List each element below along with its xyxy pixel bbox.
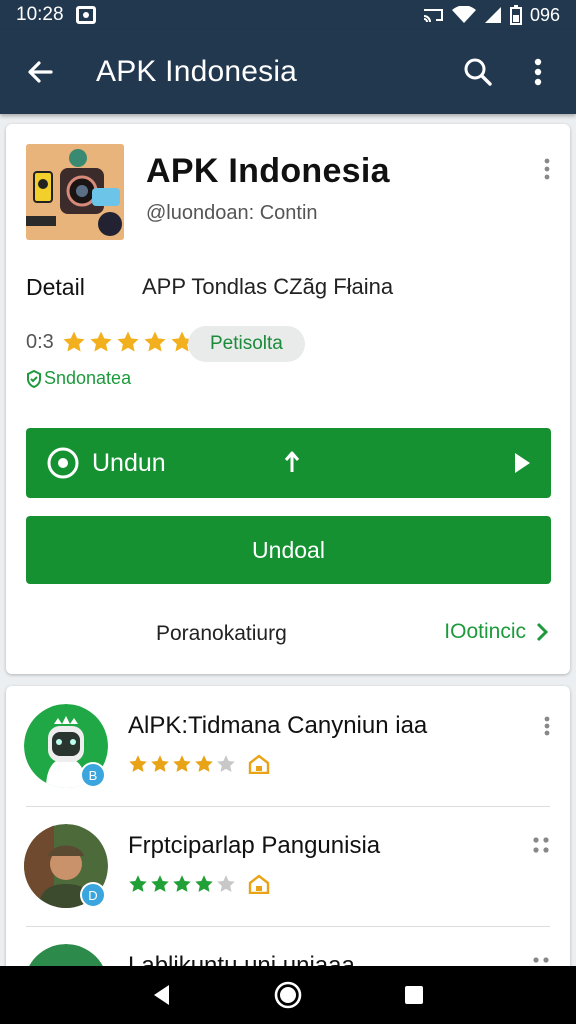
overflow-menu-button[interactable] bbox=[520, 54, 556, 90]
signal-icon bbox=[484, 7, 501, 23]
more-vert-icon[interactable] bbox=[544, 158, 550, 180]
avatar-badge: D bbox=[80, 882, 106, 908]
star-icon bbox=[195, 875, 213, 892]
chevron-right-icon bbox=[536, 622, 548, 642]
list-item-title: Frptciparlap Pangunisia bbox=[128, 832, 381, 859]
star-icon bbox=[129, 755, 147, 772]
star-icon bbox=[173, 755, 191, 772]
status-time: 10:28 bbox=[16, 4, 64, 25]
wifi-icon bbox=[451, 6, 476, 23]
detail-label: Detail bbox=[26, 274, 85, 300]
grid-dots-icon[interactable] bbox=[532, 836, 550, 856]
list-item-stars bbox=[128, 754, 270, 774]
nav-recents-icon[interactable] bbox=[403, 984, 425, 1006]
home-badge-icon bbox=[248, 754, 270, 774]
continue-label: IOotincic bbox=[444, 620, 526, 643]
verified-badge: Sndonatea bbox=[26, 368, 131, 389]
app-bar: APK Indonesia bbox=[0, 30, 576, 114]
star-icon bbox=[173, 875, 191, 892]
status-icons: 096 bbox=[422, 5, 560, 26]
rating-row: 0:3 bbox=[26, 330, 194, 354]
list-item-title: AlPK:Tidmana Canyniun iaa bbox=[128, 712, 428, 739]
star-icon bbox=[217, 755, 235, 772]
permissions-link[interactable]: Poranokatiurg bbox=[156, 622, 287, 646]
verified-label: Sndonatea bbox=[44, 368, 132, 388]
status-bar: 10:28 096 bbox=[0, 0, 576, 30]
app-name: APK Indonesia bbox=[146, 152, 390, 190]
list-item-stars bbox=[128, 874, 270, 894]
back-button[interactable] bbox=[20, 52, 60, 92]
play-circle-icon bbox=[47, 447, 79, 479]
rating-number: 0:3 bbox=[26, 330, 54, 353]
category-chip[interactable]: Petisolta bbox=[188, 326, 305, 362]
home-badge-icon bbox=[248, 874, 270, 894]
nav-home-icon[interactable] bbox=[274, 981, 302, 1009]
star-icon bbox=[117, 331, 139, 352]
detail-value: APP Tondlas CZãg Fłaina bbox=[142, 274, 394, 299]
search-button[interactable] bbox=[460, 54, 496, 90]
download-button[interactable]: Undoal bbox=[26, 516, 551, 584]
app-developer: @luondoan: Contin bbox=[146, 202, 318, 224]
play-arrow-icon bbox=[515, 453, 530, 473]
continue-link[interactable]: IOotincic bbox=[444, 620, 548, 644]
avatar-badge: B bbox=[80, 762, 106, 788]
app-thumbnail bbox=[26, 144, 124, 240]
list-item[interactable]: D Frptciparlap Pangunisia bbox=[6, 806, 570, 926]
install-button[interactable]: Undun bbox=[26, 428, 551, 498]
system-nav-bar bbox=[0, 966, 576, 1024]
star-icon bbox=[195, 755, 213, 772]
star-icon bbox=[151, 755, 169, 772]
battery-percent: 096 bbox=[529, 4, 560, 25]
list-item[interactable]: B AlPK:Tidmana Canyniun iaa bbox=[6, 686, 570, 806]
battery-icon bbox=[509, 5, 522, 25]
more-vert-icon[interactable] bbox=[544, 716, 550, 736]
star-icon bbox=[129, 875, 147, 892]
cast-icon bbox=[423, 9, 443, 23]
app-detail-card: APK Indonesia @luondoan: Contin Detail A… bbox=[6, 124, 570, 674]
star-icon bbox=[151, 875, 169, 892]
star-icon bbox=[63, 331, 85, 352]
more-vert-icon bbox=[534, 58, 542, 86]
install-label: Undun bbox=[92, 448, 166, 477]
star-icon bbox=[90, 331, 112, 352]
shield-check-icon bbox=[27, 369, 41, 388]
search-icon bbox=[464, 58, 492, 86]
nav-back-icon[interactable] bbox=[151, 983, 173, 1007]
notification-icon bbox=[75, 6, 96, 24]
page-title: APK Indonesia bbox=[96, 55, 298, 88]
related-apps-card: B AlPK:Tidmana Canyniun iaa D Frptciparl… bbox=[6, 686, 570, 976]
rating-stars bbox=[62, 330, 194, 354]
star-icon bbox=[144, 331, 166, 352]
camera-app-icon bbox=[26, 144, 124, 240]
star-icon bbox=[217, 875, 235, 892]
arrow-back-icon bbox=[28, 61, 53, 83]
arrow-up-icon bbox=[284, 451, 300, 472]
